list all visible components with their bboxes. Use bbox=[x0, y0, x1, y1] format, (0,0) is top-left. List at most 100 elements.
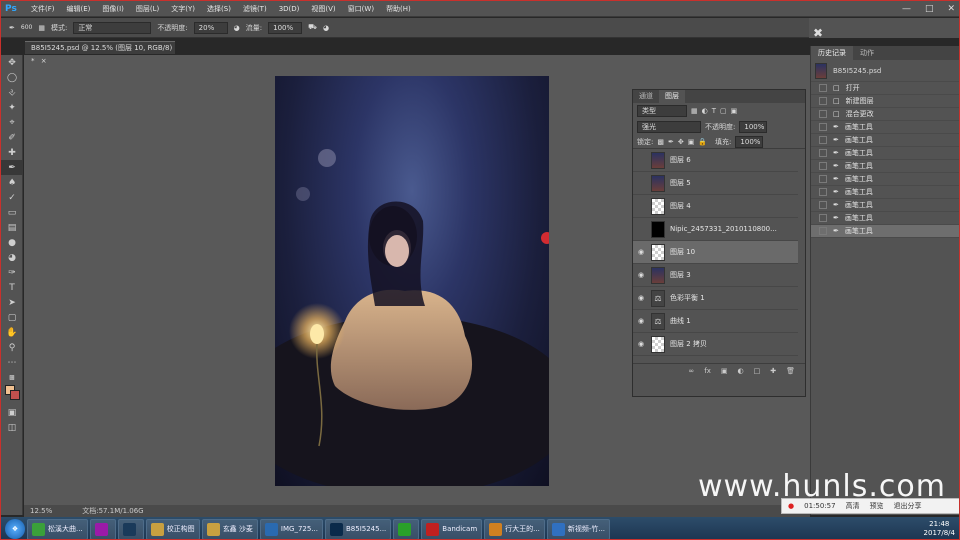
document-tab[interactable]: B85I5245.psd @ 12.5% (图层 10, RGB/8) * × bbox=[25, 41, 175, 65]
tab-layers[interactable]: 图层 bbox=[659, 90, 685, 103]
history-checkbox[interactable] bbox=[819, 188, 827, 196]
layer-row[interactable]: ◉ ⚖ 色彩平衡 1 bbox=[633, 287, 798, 310]
document-tab-close-icon[interactable]: × bbox=[41, 57, 47, 65]
screen-mode-icon[interactable]: ◫ bbox=[1, 420, 23, 435]
layer-row[interactable]: Nipic_2457331_2010110800... bbox=[633, 218, 798, 241]
dodge-tool-icon[interactable]: ◕ bbox=[1, 250, 23, 265]
blend-mode-select[interactable]: 强光 bbox=[637, 121, 701, 133]
more-tools-icon[interactable]: ⋯ bbox=[1, 355, 23, 370]
menu-edit[interactable]: 编辑(E) bbox=[61, 1, 97, 17]
fill-field[interactable]: 100% bbox=[735, 135, 764, 148]
type-tool-icon[interactable]: T bbox=[1, 280, 23, 295]
taskbar-item[interactable] bbox=[89, 518, 116, 539]
link-layers-icon[interactable]: ∞ bbox=[688, 367, 694, 375]
adjustment-layer-icon[interactable]: ◐ bbox=[738, 367, 744, 375]
taskbar-item[interactable]: 校正构图 bbox=[145, 518, 200, 539]
history-checkbox[interactable] bbox=[819, 175, 827, 183]
healing-brush-tool-icon[interactable]: ✚ bbox=[1, 145, 23, 160]
pressure-opacity-icon[interactable]: ◕ bbox=[234, 24, 240, 32]
layer-row[interactable]: 图层 4 bbox=[633, 195, 798, 218]
path-select-tool-icon[interactable]: ➤ bbox=[1, 295, 23, 310]
lock-icons[interactable]: ▩✒✥▣🔒 bbox=[657, 138, 711, 146]
layer-filter-select[interactable]: 类型 bbox=[637, 105, 687, 117]
layer-row[interactable]: ◉ 图层 10 bbox=[633, 241, 798, 264]
menu-image[interactable]: 图像(I) bbox=[96, 1, 130, 17]
visibility-eye-icon[interactable]: ◉ bbox=[638, 340, 646, 348]
stamp-tool-icon[interactable]: ♠ bbox=[1, 175, 23, 190]
layer-name[interactable]: 图层 10 bbox=[670, 247, 695, 257]
new-group-icon[interactable]: □ bbox=[754, 367, 761, 375]
tab-channels[interactable]: 通道 bbox=[633, 90, 659, 103]
flow-field[interactable]: 100% bbox=[268, 21, 303, 34]
zoom-level[interactable]: 12.5% bbox=[30, 505, 52, 517]
taskbar-item[interactable]: 新视频-竹... bbox=[546, 518, 611, 539]
eraser-tool-icon[interactable]: ▭ bbox=[1, 205, 23, 220]
menu-type[interactable]: 文字(Y) bbox=[165, 1, 201, 17]
add-mask-icon[interactable]: ▣ bbox=[721, 367, 728, 375]
visibility-eye-icon[interactable] bbox=[638, 202, 646, 210]
history-row[interactable]: ✒ 画笔工具 bbox=[811, 225, 959, 238]
layer-name[interactable]: 图层 4 bbox=[670, 201, 691, 211]
visibility-eye-icon[interactable]: ◉ bbox=[638, 248, 646, 256]
history-row[interactable]: □ 混合更改 bbox=[811, 108, 959, 121]
history-row[interactable]: ✒ 画笔工具 bbox=[811, 173, 959, 186]
brush-size-label[interactable]: 600 bbox=[21, 24, 32, 31]
history-row[interactable]: ✒ 画笔工具 bbox=[811, 147, 959, 160]
taskbar-item[interactable]: Bandicam bbox=[421, 518, 483, 539]
visibility-eye-icon[interactable]: ◉ bbox=[638, 317, 646, 325]
brush-panel-icon[interactable]: ▦ bbox=[38, 24, 45, 32]
history-row[interactable]: ✒ 画笔工具 bbox=[811, 121, 959, 134]
pen-tool-icon[interactable]: ✑ bbox=[1, 265, 23, 280]
eyedropper-tool-icon[interactable]: ✐ bbox=[1, 130, 23, 145]
layer-name[interactable]: 图层 6 bbox=[670, 155, 691, 165]
menu-3d[interactable]: 3D(D) bbox=[273, 1, 306, 17]
visibility-eye-icon[interactable]: ◉ bbox=[638, 294, 646, 302]
quick-mask-icon[interactable]: ▣ bbox=[1, 405, 23, 420]
gradient-tool-icon[interactable]: ▤ bbox=[1, 220, 23, 235]
color-swatches[interactable] bbox=[1, 385, 22, 405]
default-colors-icon[interactable]: ▩ bbox=[1, 370, 23, 385]
history-checkbox[interactable] bbox=[819, 214, 827, 222]
layer-row[interactable]: 图层 6 bbox=[633, 149, 798, 172]
delete-layer-icon[interactable]: 🗑 bbox=[786, 367, 795, 375]
history-brush-tool-icon[interactable]: ✓ bbox=[1, 190, 23, 205]
layer-name[interactable]: 图层 2 拷贝 bbox=[670, 339, 707, 349]
history-checkbox[interactable] bbox=[819, 227, 827, 235]
close-icon[interactable]: ✕ bbox=[947, 4, 955, 14]
taskbar-item[interactable] bbox=[393, 518, 420, 539]
layer-name[interactable]: 图层 5 bbox=[670, 178, 691, 188]
shape-tool-icon[interactable]: ▢ bbox=[1, 310, 23, 325]
background-color[interactable] bbox=[10, 390, 20, 400]
menu-view[interactable]: 视图(V) bbox=[305, 1, 341, 17]
menu-select[interactable]: 选择(S) bbox=[201, 1, 237, 17]
taskbar-item[interactable]: IMG_725... bbox=[259, 518, 323, 539]
history-row[interactable]: ✒ 画笔工具 bbox=[811, 186, 959, 199]
recorder-preview-button[interactable]: 预览 bbox=[870, 501, 884, 511]
tab-history[interactable]: 历史记录 bbox=[811, 46, 853, 60]
filter-icons[interactable]: ▦◐T▢▣ bbox=[691, 107, 741, 115]
airbrush-icon[interactable]: ⛟ bbox=[308, 23, 317, 32]
menu-file[interactable]: 文件(F) bbox=[25, 1, 61, 17]
blur-tool-icon[interactable]: ● bbox=[1, 235, 23, 250]
taskbar-item[interactable]: 行大王的... bbox=[484, 518, 545, 539]
history-checkbox[interactable] bbox=[819, 201, 827, 209]
new-layer-icon[interactable]: ✚ bbox=[770, 367, 776, 375]
layer-row[interactable]: ◉ 图层 3 bbox=[633, 264, 798, 287]
document-canvas-image[interactable] bbox=[275, 76, 549, 486]
layer-name[interactable]: 曲线 1 bbox=[670, 316, 691, 326]
history-row[interactable]: □ 新建图层 bbox=[811, 95, 959, 108]
move-tool-icon[interactable]: ✥ bbox=[1, 55, 23, 70]
minimize-icon[interactable]: — bbox=[902, 4, 911, 14]
history-checkbox[interactable] bbox=[819, 149, 827, 157]
layer-row[interactable]: ◉ 图层 2 拷贝 bbox=[633, 333, 798, 356]
history-checkbox[interactable] bbox=[819, 123, 827, 131]
crop-tool-icon[interactable]: ⌖ bbox=[1, 115, 23, 130]
history-snapshot[interactable]: B85I5245.psd bbox=[811, 60, 959, 82]
document-info[interactable]: 文档:57.1M/1.06G bbox=[82, 505, 143, 517]
history-checkbox[interactable] bbox=[819, 97, 827, 105]
opacity-field[interactable]: 20% bbox=[193, 21, 228, 34]
layer-row[interactable]: 图层 5 bbox=[633, 172, 798, 195]
brush-tool-icon[interactable]: ✒ bbox=[1, 160, 23, 175]
layer-style-icon[interactable]: fx bbox=[704, 367, 711, 375]
visibility-eye-icon[interactable]: ◉ bbox=[638, 271, 646, 279]
